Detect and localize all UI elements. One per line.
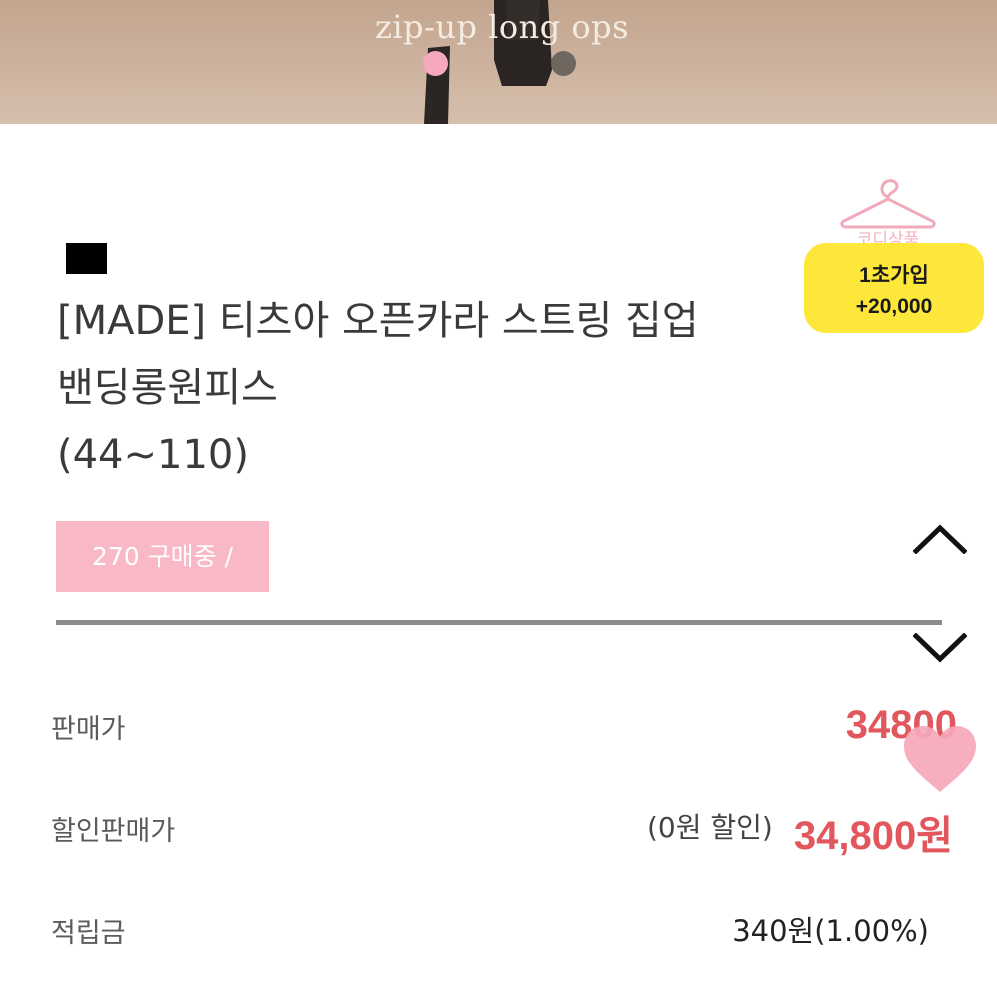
signup-promo-button[interactable]: 1초가입 +20,000 xyxy=(804,243,984,333)
section-divider xyxy=(56,620,942,625)
points-value: 340원(1.00%) xyxy=(732,914,929,948)
promo-title: 1초가입 xyxy=(859,264,929,287)
product-title-line: (44~110) xyxy=(57,432,249,478)
discount-amount: (0원 할인) xyxy=(647,811,773,844)
buying-count-badge: 270 구매중 / xyxy=(56,521,269,592)
heart-icon[interactable] xyxy=(902,724,978,794)
chevron-up-icon[interactable] xyxy=(913,524,967,554)
product-title-line: 밴딩롱원피스 xyxy=(57,365,278,411)
price-label: 판매가 xyxy=(51,714,126,745)
promo-amount: +20,000 xyxy=(855,295,933,318)
hanger-icon[interactable] xyxy=(840,177,936,233)
sale-price-label: 할인판매가 xyxy=(51,816,176,847)
chevron-down-icon[interactable] xyxy=(913,633,967,663)
carousel-indicator-active[interactable] xyxy=(423,51,448,76)
carousel-indicator[interactable] xyxy=(551,51,576,76)
product-title: [MADE] 티츠아 오픈카라 스트링 집업 밴딩롱원피스 (44~110) xyxy=(57,288,817,489)
points-label: 적립금 xyxy=(51,918,126,949)
color-swatch[interactable] xyxy=(66,243,107,274)
banner-caption: zip-up long ops xyxy=(374,8,630,46)
product-image-banner[interactable]: zip-up long ops xyxy=(0,0,997,124)
product-title-line: [MADE] 티츠아 오픈카라 스트링 집업 xyxy=(57,298,699,344)
sale-price-value: 34,800원 xyxy=(793,814,953,858)
